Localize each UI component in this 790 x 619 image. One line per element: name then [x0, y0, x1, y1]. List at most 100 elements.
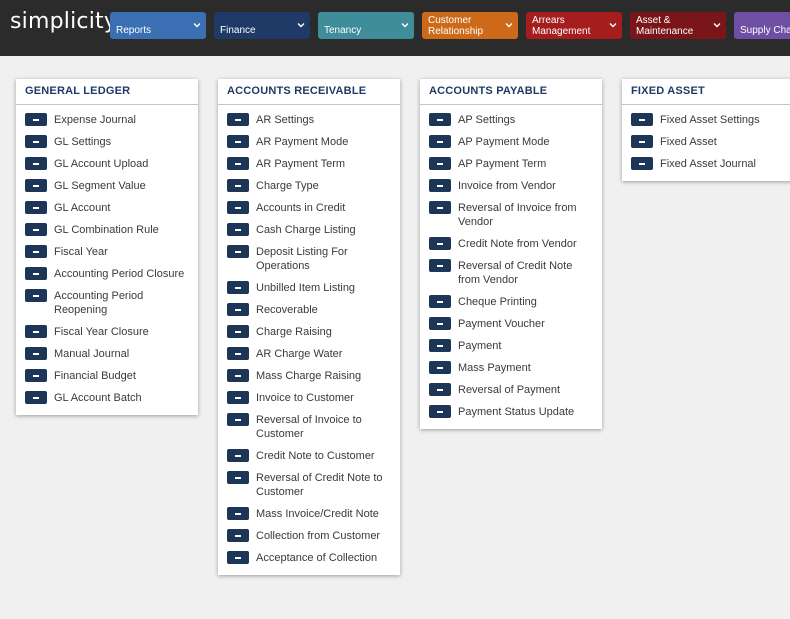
menu-item-label: Unbilled Item Listing: [256, 282, 356, 294]
menu-item[interactable]: Reversal of Credit Note to Customer: [218, 467, 400, 503]
minus-icon: [25, 201, 47, 214]
menu-item[interactable]: Invoice to Customer: [218, 387, 400, 409]
minus-icon: [429, 135, 451, 148]
menu-item[interactable]: Charge Type: [218, 175, 400, 197]
menu-item-label: Reversal of Credit Note to Customer: [256, 472, 383, 498]
menu-item-label: Acceptance of Collection: [256, 552, 378, 564]
menu-item-label: GL Segment Value: [54, 180, 146, 192]
menu-item[interactable]: Unbilled Item Listing: [218, 277, 400, 299]
menu-item-label: Payment Voucher: [458, 318, 545, 330]
minus-icon: [227, 413, 249, 426]
minus-icon: [227, 281, 249, 294]
minus-icon: [25, 113, 47, 126]
chevron-down-icon: [193, 23, 201, 28]
menu-item-label: Charge Type: [256, 180, 319, 192]
minus-icon: [429, 157, 451, 170]
minus-icon: [227, 471, 249, 484]
nav-tenancy[interactable]: Tenancy: [318, 12, 414, 39]
menu-item-label: GL Account Batch: [54, 392, 142, 404]
nav-label: Arrears Management: [532, 14, 591, 37]
top-navigation-bar: simplicity Reports Finance Tenancy Custo…: [0, 0, 790, 56]
menu-item[interactable]: Collection from Customer: [218, 525, 400, 547]
menu-item[interactable]: Fiscal Year: [16, 241, 198, 263]
menu-item[interactable]: Invoice from Vendor: [420, 175, 602, 197]
menu-list: Fixed Asset Settings Fixed Asset Fixed Ass…: [622, 105, 790, 181]
menu-item[interactable]: AR Charge Water: [218, 343, 400, 365]
menu-item[interactable]: Payment Voucher: [420, 313, 602, 335]
menu-item[interactable]: Acceptance of Collection: [218, 547, 400, 569]
chevron-down-icon: [713, 23, 721, 28]
minus-icon: [227, 201, 249, 214]
menu-item[interactable]: GL Account Batch: [16, 387, 198, 409]
app-logo[interactable]: simplicity: [10, 9, 117, 34]
nav-label: Tenancy: [324, 25, 362, 36]
menu-item-label: Recoverable: [256, 304, 318, 316]
menu-item[interactable]: GL Segment Value: [16, 175, 198, 197]
menu-item[interactable]: Reversal of Credit Note from Vendor: [420, 255, 602, 291]
menu-item[interactable]: Credit Note to Customer: [218, 445, 400, 467]
menu-item[interactable]: Accounting Period Closure: [16, 263, 198, 285]
menu-list: Expense Journal GL Settings GL Account Upl…: [16, 105, 198, 415]
minus-icon: [631, 157, 653, 170]
minus-icon: [227, 135, 249, 148]
nav-label: Reports: [116, 25, 152, 36]
menu-item[interactable]: Fiscal Year Closure: [16, 321, 198, 343]
menu-item-label: Invoice from Vendor: [458, 180, 556, 192]
menu-card-accounts-payable: ACCOUNTS PAYABLE AP Settings AP Payment M…: [420, 79, 602, 429]
menu-item-label: Expense Journal: [54, 114, 136, 126]
menu-item[interactable]: Credit Note from Vendor: [420, 233, 602, 255]
nav-reports[interactable]: Reports: [110, 12, 206, 39]
menu-item[interactable]: Accounting Period Reopening: [16, 285, 198, 321]
menu-item[interactable]: AP Settings: [420, 109, 602, 131]
menu-item[interactable]: AR Settings: [218, 109, 400, 131]
menu-item-label: Cheque Printing: [458, 296, 537, 308]
minus-icon: [227, 157, 249, 170]
menu-item[interactable]: Financial Budget: [16, 365, 198, 387]
menu-item-label: Collection from Customer: [256, 530, 381, 542]
menu-item[interactable]: AP Payment Term: [420, 153, 602, 175]
minus-icon: [631, 135, 653, 148]
menu-item[interactable]: GL Account Upload: [16, 153, 198, 175]
menu-item[interactable]: Payment Status Update: [420, 401, 602, 423]
menu-item-label: GL Settings: [54, 136, 112, 148]
menu-item[interactable]: GL Settings: [16, 131, 198, 153]
nav-asset-maintenance[interactable]: Asset & Maintenance: [630, 12, 726, 39]
menu-item-label: GL Combination Rule: [54, 224, 159, 236]
nav-supply-chain[interactable]: Supply Chai: [734, 12, 790, 39]
menu-item[interactable]: AP Payment Mode: [420, 131, 602, 153]
menu-item[interactable]: GL Combination Rule: [16, 219, 198, 241]
nav-customer-relationship[interactable]: Customer Relationship: [422, 12, 518, 39]
menu-item[interactable]: GL Account: [16, 197, 198, 219]
minus-icon: [227, 391, 249, 404]
card-title: FIXED ASSET: [622, 79, 790, 105]
menu-item[interactable]: Mass Invoice/Credit Note: [218, 503, 400, 525]
minus-icon: [429, 201, 451, 214]
menu-item[interactable]: Deposit Listing For Operations: [218, 241, 400, 277]
menu-item-label: GL Account Upload: [54, 158, 149, 170]
menu-item[interactable]: Fixed Asset: [622, 131, 790, 153]
menu-item[interactable]: Expense Journal: [16, 109, 198, 131]
minus-icon: [227, 303, 249, 316]
minus-icon: [227, 369, 249, 382]
nav-arrears-management[interactable]: Arrears Management: [526, 12, 622, 39]
menu-item[interactable]: Charge Raising: [218, 321, 400, 343]
menu-item[interactable]: Reversal of Invoice from Vendor: [420, 197, 602, 233]
menu-item[interactable]: AR Payment Term: [218, 153, 400, 175]
menu-item[interactable]: Payment: [420, 335, 602, 357]
menu-item[interactable]: Cheque Printing: [420, 291, 602, 313]
minus-icon: [227, 347, 249, 360]
menu-item[interactable]: Cash Charge Listing: [218, 219, 400, 241]
menu-item[interactable]: Mass Charge Raising: [218, 365, 400, 387]
menu-item[interactable]: Mass Payment: [420, 357, 602, 379]
menu-item[interactable]: Accounts in Credit: [218, 197, 400, 219]
menu-item[interactable]: Fixed Asset Settings: [622, 109, 790, 131]
menu-item[interactable]: AR Payment Mode: [218, 131, 400, 153]
menu-item-label: Charge Raising: [256, 326, 332, 338]
minus-icon: [429, 113, 451, 126]
menu-item[interactable]: Recoverable: [218, 299, 400, 321]
menu-item[interactable]: Manual Journal: [16, 343, 198, 365]
menu-item[interactable]: Reversal of Payment: [420, 379, 602, 401]
nav-finance[interactable]: Finance: [214, 12, 310, 39]
menu-item[interactable]: Reversal of Invoice to Customer: [218, 409, 400, 445]
menu-item[interactable]: Fixed Asset Journal: [622, 153, 790, 175]
